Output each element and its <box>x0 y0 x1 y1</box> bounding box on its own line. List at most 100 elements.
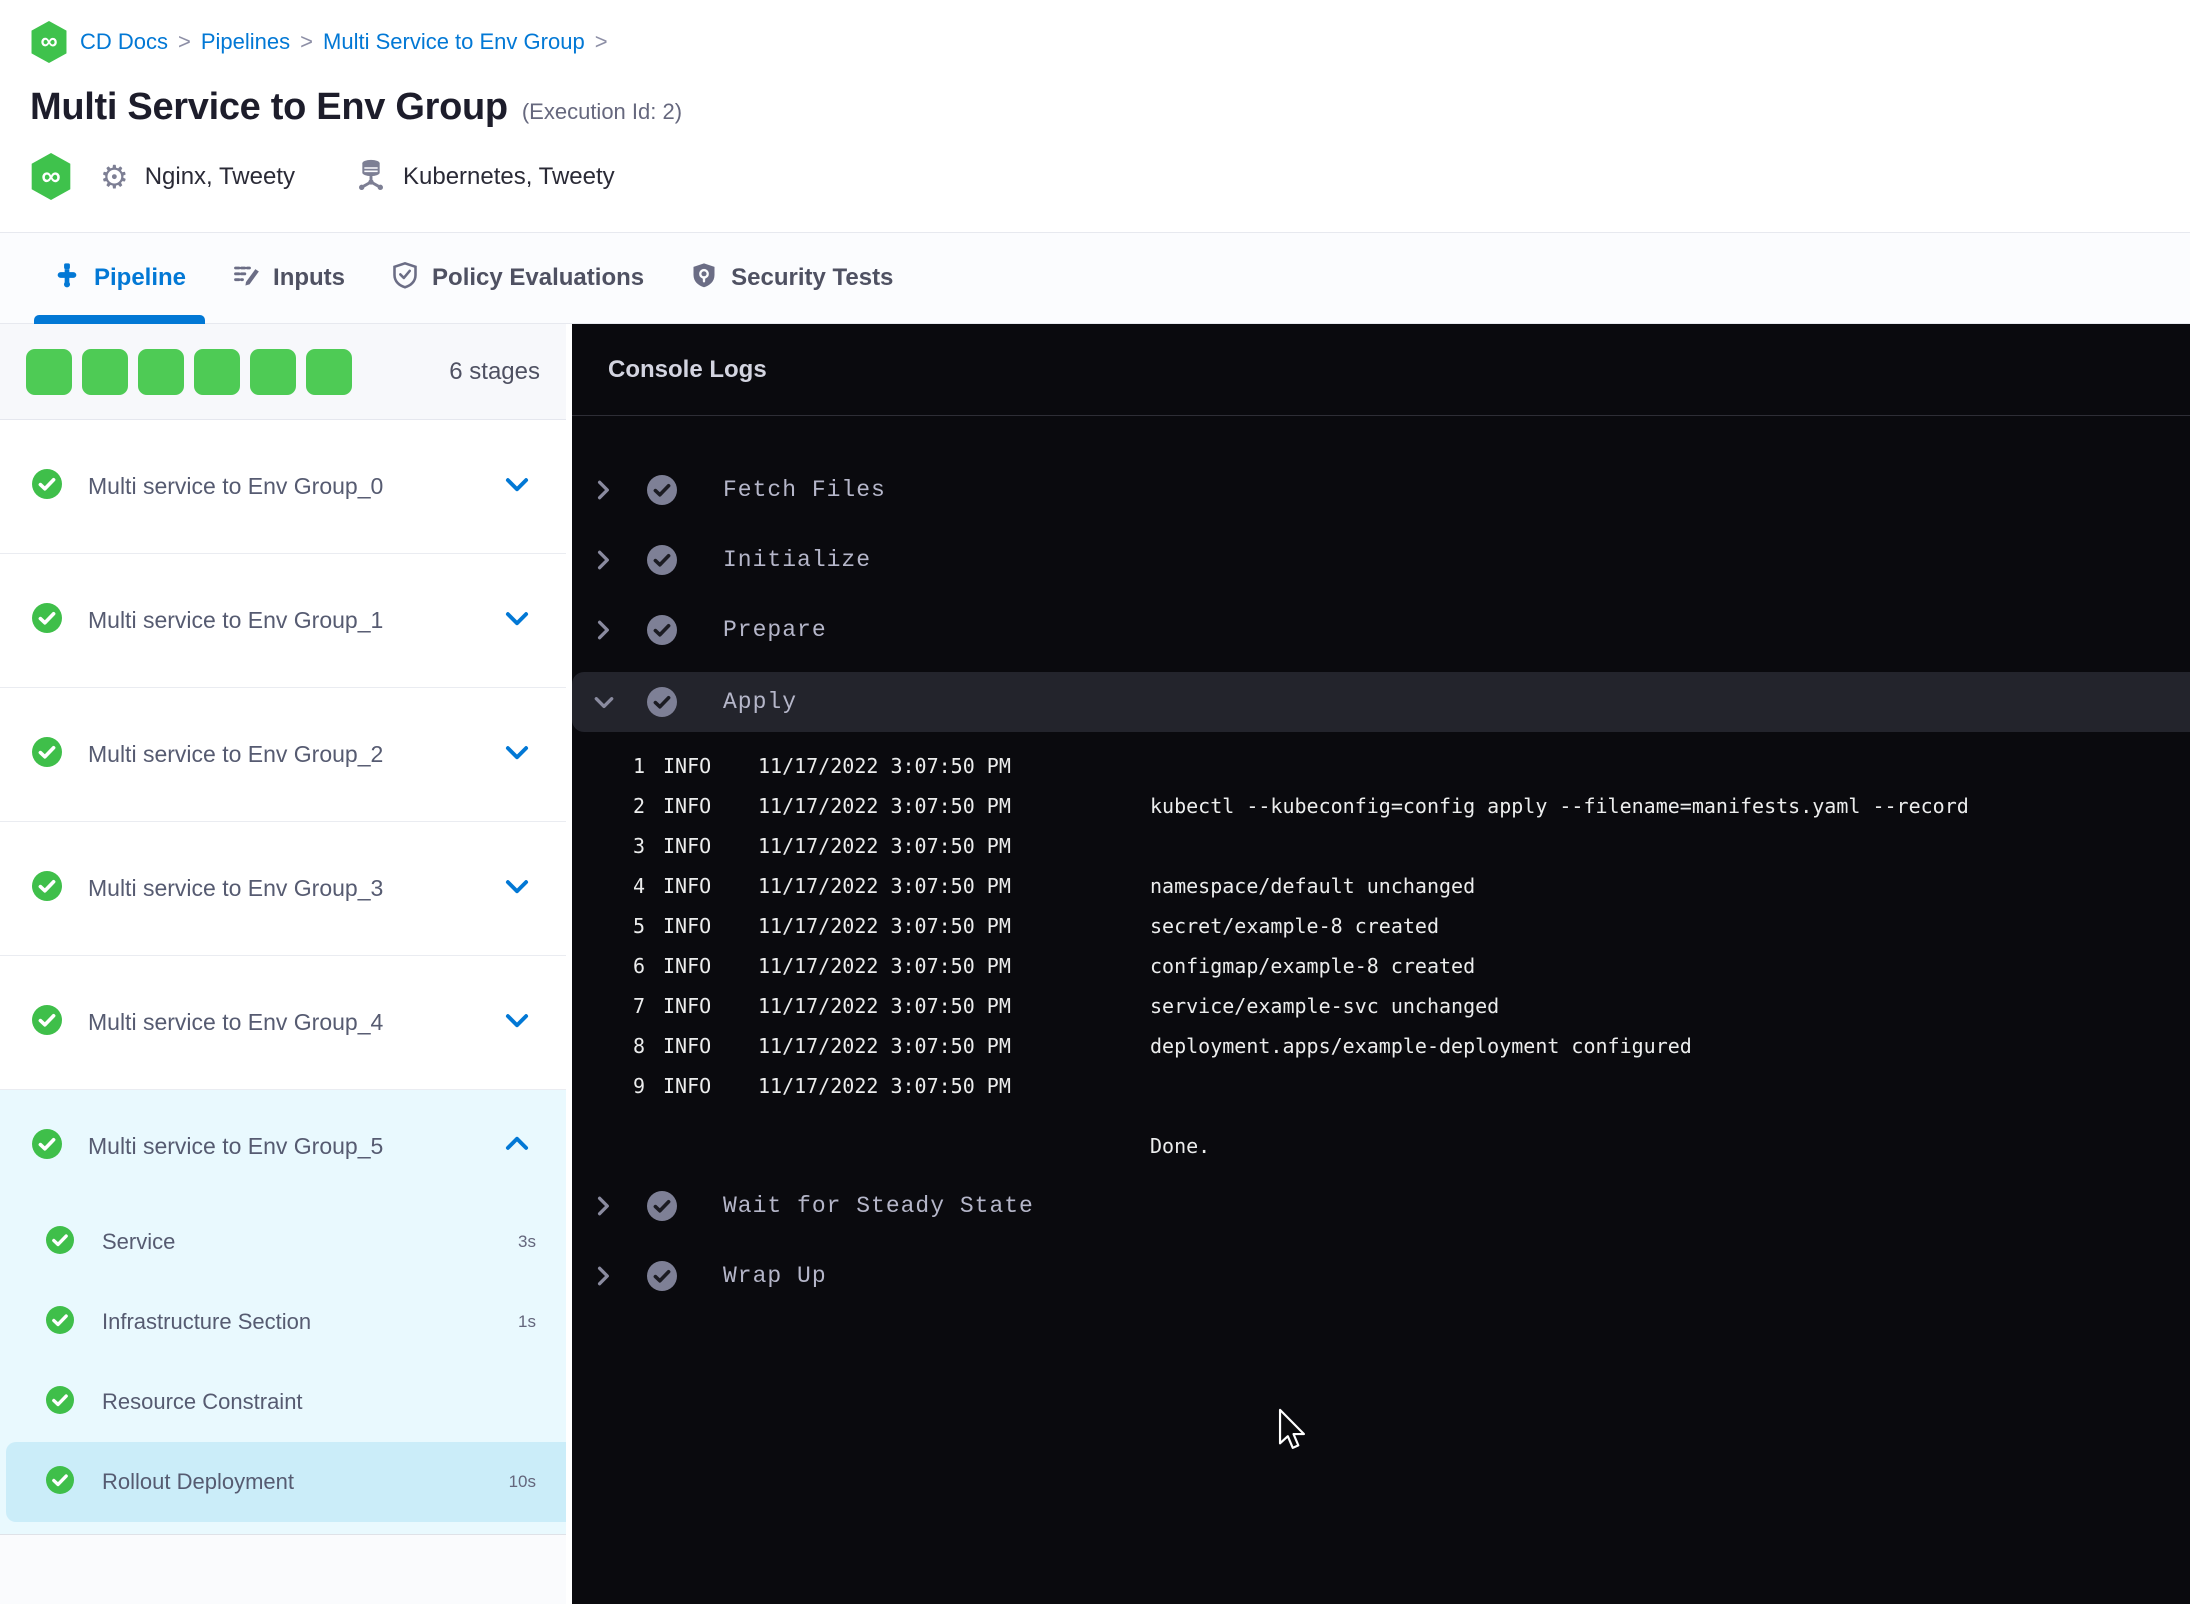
chevron-down-icon[interactable] <box>589 691 619 713</box>
log-level: INFO <box>663 1074 712 1098</box>
cd-stage-icon: ∞ <box>31 153 71 200</box>
stage-item-multi-service-to-env-group-3[interactable]: Multi service to Env Group_3 <box>0 822 566 956</box>
step-label: Resource Constraint <box>102 1389 303 1414</box>
log-section-label: Fetch Files <box>723 477 886 503</box>
chevron-up-icon[interactable] <box>504 1131 530 1162</box>
stage-success-square <box>250 348 296 395</box>
stage-success-square <box>82 348 128 395</box>
log-line: 5 INFO 11/17/2022 3:07:50 PM secret/example… <box>572 906 2190 946</box>
log-level: INFO <box>663 1034 712 1058</box>
step-success-icon <box>647 1191 677 1221</box>
tab-bar: Pipeline Inputs Policy Evaluations Secur… <box>0 232 2190 324</box>
stages-summary: 6 stages <box>0 324 566 420</box>
tab-policy-evaluations[interactable]: Policy Evaluations <box>391 233 644 323</box>
services-label: Nginx, Tweety <box>144 162 295 190</box>
stage-step-service[interactable]: Service 3s <box>0 1202 566 1282</box>
log-level: INFO <box>663 834 712 858</box>
log-line: 8 INFO 11/17/2022 3:07:50 PM deployment.app… <box>572 1026 2190 1066</box>
breadcrumb-link-pipelines[interactable]: Pipelines <box>201 29 290 55</box>
chevron-down-icon[interactable] <box>504 1007 530 1038</box>
log-line: 1 INFO 11/17/2022 3:07:50 PM <box>572 746 2190 786</box>
stage-step-resource-constraint[interactable]: Resource Constraint <box>0 1362 566 1442</box>
log-line: 7 INFO 11/17/2022 3:07:50 PM service/exampl… <box>572 986 2190 1026</box>
log-section-prepare[interactable]: Prepare <box>572 602 2190 658</box>
stage-label: Multi service to Env Group_3 <box>88 875 384 901</box>
chevron-down-icon[interactable] <box>504 739 530 770</box>
stage-success-icon <box>32 1128 62 1164</box>
step-success-icon <box>647 545 677 575</box>
log-section-label: Wrap Up <box>723 1263 827 1289</box>
log-section-fetch-files[interactable]: Fetch Files <box>572 462 2190 518</box>
title-row: Multi Service to Env Group (Execution Id… <box>30 86 2190 129</box>
stage-success-square <box>26 348 72 395</box>
tab-label: Security Tests <box>731 264 894 291</box>
step-label: Infrastructure Section <box>102 1309 312 1334</box>
log-line-number: 8 <box>632 1034 645 1058</box>
log-level: INFO <box>663 914 712 938</box>
tab-inputs[interactable]: Inputs <box>232 233 345 323</box>
chevron-down-icon[interactable] <box>504 471 530 502</box>
chevron-right-icon[interactable] <box>589 1195 619 1217</box>
stage-label: Multi service to Env Group_2 <box>88 741 384 767</box>
chevron-right-icon[interactable] <box>589 479 619 501</box>
chevron-down-icon[interactable] <box>504 605 530 636</box>
step-duration: 1s <box>518 1312 536 1331</box>
stage-label: Multi service to Env Group_5 <box>88 1132 384 1159</box>
stage-item-multi-service-to-env-group-5[interactable]: Multi service to Env Group_5 <box>0 1090 566 1202</box>
console-panel: Console Logs Fetch Files Initialize Prep… <box>572 324 2190 1604</box>
log-section-wait-for-steady-state[interactable]: Wait for Steady State <box>572 1178 2190 1234</box>
stage-step-infrastructure-section[interactable]: Infrastructure Section 1s <box>0 1282 566 1362</box>
log-section-initialize[interactable]: Initialize <box>572 532 2190 588</box>
stage-label: Multi service to Env Group_1 <box>88 607 384 633</box>
chevron-right-icon[interactable] <box>589 1265 619 1287</box>
chevron-right-icon[interactable] <box>589 549 619 571</box>
tab-label: Policy Evaluations <box>432 264 645 291</box>
stages-sidebar: 6 stages Multi service to Env Group_0 Mu… <box>0 324 566 1604</box>
stage-item-multi-service-to-env-group-1[interactable]: Multi service to Env Group_1 <box>0 554 566 688</box>
log-timestamp: 11/17/2022 3:07:50 PM <box>758 834 1011 858</box>
log-line-number: 7 <box>632 994 645 1018</box>
security-tests-icon <box>690 261 718 296</box>
stage-success-icon <box>32 603 62 638</box>
stage-item-multi-service-to-env-group-0[interactable]: Multi service to Env Group_0 <box>0 420 566 554</box>
stage-step-rollout-deployment[interactable]: Rollout Deployment 10s <box>6 1442 566 1522</box>
step-success-icon <box>647 687 677 717</box>
log-line-number: 4 <box>632 874 645 898</box>
page-title: Multi Service to Env Group <box>30 86 508 128</box>
log-level: INFO <box>663 754 712 778</box>
log-level: INFO <box>663 794 712 818</box>
stage-success-square <box>194 348 240 395</box>
stage-item-multi-service-to-env-group-2[interactable]: Multi service to Env Group_2 <box>0 688 566 822</box>
step-success-icon <box>647 1261 677 1291</box>
log-line: 2 INFO 11/17/2022 3:07:50 PM kubectl --kube… <box>572 786 2190 826</box>
stage-item-multi-service-to-env-group-4[interactable]: Multi service to Env Group_4 <box>0 956 566 1090</box>
console-steps: Fetch Files Initialize Prepare Apply 1 INF… <box>572 416 2190 1304</box>
breadcrumb-link-multi-service-to-env-group[interactable]: Multi Service to Env Group <box>323 29 585 55</box>
breadcrumb-link-cd-docs[interactable]: CD Docs <box>80 29 168 55</box>
log-line-number: 1 <box>632 754 645 778</box>
tab-pipeline[interactable]: Pipeline <box>33 233 206 324</box>
log-level: INFO <box>663 954 712 978</box>
step-duration: 3s <box>518 1232 536 1251</box>
tab-security-tests[interactable]: Security Tests <box>690 233 893 323</box>
chevron-right-icon[interactable] <box>589 619 619 641</box>
log-level: INFO <box>663 874 712 898</box>
environments-label: Kubernetes, Tweety <box>402 162 615 190</box>
main-split: 6 stages Multi service to Env Group_0 Mu… <box>0 324 2190 1604</box>
log-footer-line: Done. <box>572 1126 2190 1166</box>
console-title: Console Logs <box>608 355 767 383</box>
log-line: 9 INFO 11/17/2022 3:07:50 PM <box>572 1066 2190 1106</box>
chevron-down-icon[interactable] <box>504 873 530 904</box>
log-message: service/example-svc unchanged <box>1150 994 1500 1018</box>
stage-success-square <box>306 348 352 395</box>
breadcrumb: ∞ CD Docs > Pipelines > Multi Service to Env… <box>30 20 2190 64</box>
log-message <box>1150 1066 2190 1106</box>
log-section-wrap-up[interactable]: Wrap Up <box>572 1248 2190 1304</box>
log-line-number: 9 <box>632 1074 645 1098</box>
log-message: configmap/example-8 created <box>1150 954 1476 978</box>
step-duration: 10s <box>508 1472 536 1491</box>
step-success-icon <box>46 1305 74 1339</box>
log-section-apply[interactable]: Apply <box>572 672 2190 732</box>
log-line: 3 INFO 11/17/2022 3:07:50 PM <box>572 826 2190 866</box>
tab-label: Pipeline <box>94 264 187 291</box>
